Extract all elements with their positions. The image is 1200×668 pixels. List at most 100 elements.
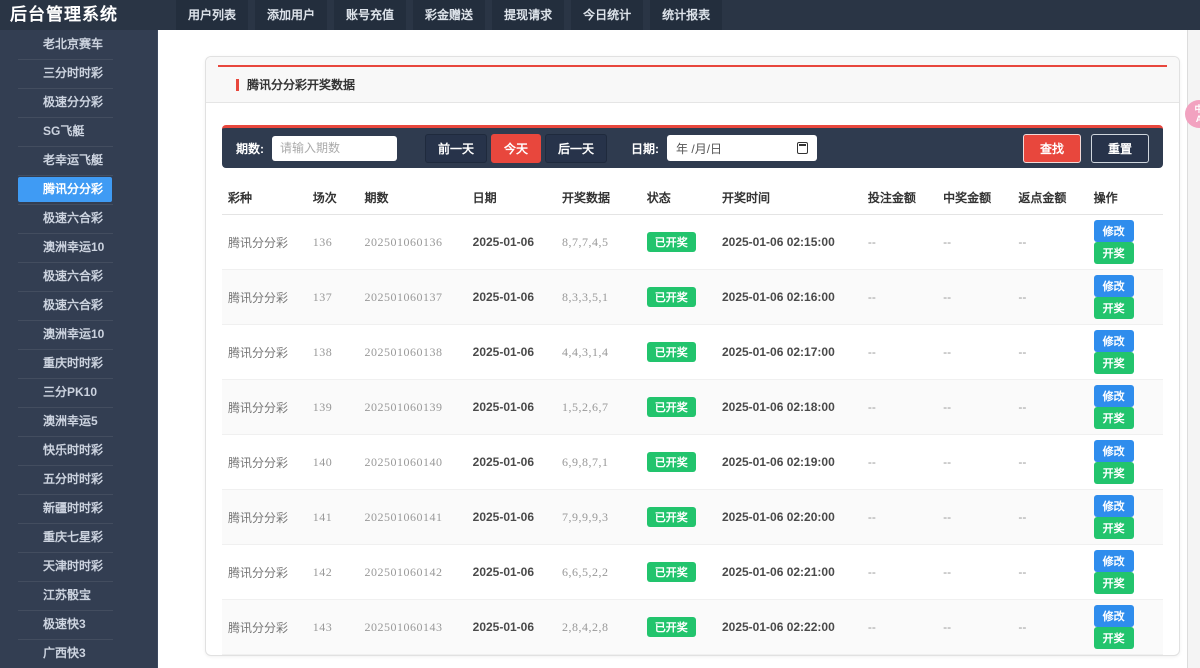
cell-session: 139	[307, 380, 359, 435]
translate-badge-text-bottom: A	[1196, 114, 1200, 124]
topnav-item-今日统计[interactable]: 今日统计	[571, 0, 643, 30]
cell-issue: 202501060144	[358, 655, 466, 656]
edit-button[interactable]: 修改	[1094, 275, 1134, 297]
edit-button[interactable]: 修改	[1094, 495, 1134, 517]
today-button[interactable]: 今天	[491, 134, 541, 163]
date-input[interactable]: 年 /月/日	[667, 135, 817, 161]
draw-button[interactable]: 开奖	[1094, 352, 1134, 374]
cell-win-amount: --	[937, 545, 1012, 600]
sidebar-item-重庆时时彩[interactable]: 重庆时时彩	[0, 349, 157, 378]
topnav-item-账号充值[interactable]: 账号充值	[334, 0, 406, 30]
edit-button[interactable]: 修改	[1094, 605, 1134, 627]
topnav-item-提现请求[interactable]: 提现请求	[492, 0, 564, 30]
cell-issue: 202501060142	[358, 545, 466, 600]
draw-button[interactable]: 开奖	[1094, 572, 1134, 594]
sidebar-item-极速分分彩[interactable]: 极速分分彩	[0, 88, 157, 117]
sidebar-item-快乐时时彩[interactable]: 快乐时时彩	[0, 436, 157, 465]
calendar-icon[interactable]	[797, 142, 808, 154]
topnav-item-用户列表[interactable]: 用户列表	[176, 0, 248, 30]
table-row: 腾讯分分彩1422025010601422025-01-066,6,5,2,2已…	[222, 545, 1163, 600]
issue-input[interactable]	[272, 136, 397, 161]
cell-session: 140	[307, 435, 359, 490]
sidebar-item-极速六合彩[interactable]: 极速六合彩	[0, 204, 157, 233]
table-row: 腾讯分分彩1402025010601402025-01-066,9,8,7,1已…	[222, 435, 1163, 490]
sidebar-item-澳洲幸运10[interactable]: 澳洲幸运10	[0, 320, 157, 349]
sidebar-item-广西快3[interactable]: 广西快3	[0, 639, 157, 668]
cell-issue: 202501060139	[358, 380, 466, 435]
sidebar-item-新疆时时彩[interactable]: 新疆时时彩	[0, 494, 157, 523]
draw-button[interactable]: 开奖	[1094, 407, 1134, 429]
sidebar-item-五分时时彩[interactable]: 五分时时彩	[0, 465, 157, 494]
edit-button[interactable]: 修改	[1094, 440, 1134, 462]
top-navbar: 后台管理系统 用户列表添加用户账号充值彩金赠送提现请求今日统计统计报表	[0, 0, 1200, 30]
table-header-row: 彩种场次期数日期开奖数据状态开奖时间投注金额中奖金额返点金额操作	[222, 181, 1163, 215]
cell-date: 2025-01-06	[467, 655, 556, 656]
content-card: 腾讯分分彩开奖数据 期数: 前一天 今天 后一天 日期: 年 /月/日 查找	[205, 56, 1180, 656]
cell-bet-amount: --	[862, 325, 937, 380]
sidebar-item-澳洲幸运10[interactable]: 澳洲幸运10	[0, 233, 157, 262]
cell-status: 已开奖	[641, 545, 716, 600]
edit-button[interactable]: 修改	[1094, 220, 1134, 242]
sidebar-item-天津时时彩[interactable]: 天津时时彩	[0, 552, 157, 581]
main-area: 腾讯分分彩开奖数据 期数: 前一天 今天 后一天 日期: 年 /月/日 查找	[158, 30, 1200, 668]
column-header-日期: 日期	[467, 181, 556, 215]
card-body: 期数: 前一天 今天 后一天 日期: 年 /月/日 查找 重置	[206, 103, 1179, 655]
sidebar-item-老幸运飞艇[interactable]: 老幸运飞艇	[0, 146, 157, 175]
cell-draw-numbers: 7,9,9,9,3	[556, 490, 641, 545]
cell-issue: 202501060143	[358, 600, 466, 655]
cell-rebate-amount: --	[1012, 490, 1087, 545]
cell-status: 已开奖	[641, 215, 716, 270]
cell-lottery: 腾讯分分彩	[222, 270, 307, 325]
translate-badge-text-top: 中	[1194, 104, 1200, 114]
cell-draw-numbers: 4,4,3,1,4	[556, 325, 641, 380]
page-title: 腾讯分分彩开奖数据	[247, 76, 355, 93]
cell-actions: 修改开奖	[1088, 380, 1163, 435]
column-header-开奖时间: 开奖时间	[716, 181, 862, 215]
cell-draw-time: 2025-01-06 02:19:00	[716, 435, 862, 490]
sidebar-item-重庆七星彩[interactable]: 重庆七星彩	[0, 523, 157, 552]
edit-button[interactable]: 修改	[1094, 550, 1134, 572]
sidebar-item-澳洲幸运5[interactable]: 澳洲幸运5	[0, 407, 157, 436]
reset-button[interactable]: 重置	[1091, 134, 1149, 163]
sidebar-item-江苏骰宝[interactable]: 江苏骰宝	[0, 581, 157, 610]
cell-draw-time: 2025-01-06 02:22:00	[716, 600, 862, 655]
cell-session: 136	[307, 215, 359, 270]
topnav-item-添加用户[interactable]: 添加用户	[255, 0, 327, 30]
sidebar-item-三分PK10[interactable]: 三分PK10	[0, 378, 157, 407]
table-row: 腾讯分分彩1382025010601382025-01-064,4,3,1,4已…	[222, 325, 1163, 380]
cell-date: 2025-01-06	[467, 435, 556, 490]
sidebar-item-腾讯分分彩[interactable]: 腾讯分分彩	[0, 175, 157, 204]
draw-button[interactable]: 开奖	[1094, 627, 1134, 649]
edit-button[interactable]: 修改	[1094, 330, 1134, 352]
cell-lottery: 腾讯分分彩	[222, 600, 307, 655]
sidebar-item-三分时时彩[interactable]: 三分时时彩	[0, 59, 157, 88]
cell-date: 2025-01-06	[467, 490, 556, 545]
column-header-投注金额: 投注金额	[862, 181, 937, 215]
topnav-item-彩金赠送[interactable]: 彩金赠送	[413, 0, 485, 30]
cell-date: 2025-01-06	[467, 600, 556, 655]
sidebar-item-极速快3[interactable]: 极速快3	[0, 610, 157, 639]
draw-button[interactable]: 开奖	[1094, 462, 1134, 484]
next-day-button[interactable]: 后一天	[545, 134, 607, 163]
table-row: 腾讯分分彩1412025010601412025-01-067,9,9,9,3已…	[222, 490, 1163, 545]
cell-issue: 202501060136	[358, 215, 466, 270]
draw-data-table: 彩种场次期数日期开奖数据状态开奖时间投注金额中奖金额返点金额操作 腾讯分分彩13…	[222, 181, 1163, 655]
sidebar-item-极速六合彩[interactable]: 极速六合彩	[0, 262, 157, 291]
cell-draw-numbers: 6,9,8,7,1	[556, 435, 641, 490]
search-button[interactable]: 查找	[1023, 134, 1081, 163]
status-badge: 已开奖	[647, 397, 696, 417]
topnav-item-统计报表[interactable]: 统计报表	[650, 0, 722, 30]
sidebar-item-极速六合彩[interactable]: 极速六合彩	[0, 291, 157, 320]
draw-button[interactable]: 开奖	[1094, 242, 1134, 264]
draw-button[interactable]: 开奖	[1094, 297, 1134, 319]
cell-session: 142	[307, 545, 359, 600]
sidebar-item-老北京赛车[interactable]: 老北京赛车	[0, 30, 157, 59]
cell-draw-numbers: 6,6,5,2,2	[556, 545, 641, 600]
column-header-开奖数据: 开奖数据	[556, 181, 641, 215]
topnav-menu: 用户列表添加用户账号充值彩金赠送提现请求今日统计统计报表	[176, 0, 722, 30]
edit-button[interactable]: 修改	[1094, 385, 1134, 407]
status-badge: 已开奖	[647, 342, 696, 362]
sidebar-item-SG飞艇[interactable]: SG飞艇	[0, 117, 157, 146]
draw-button[interactable]: 开奖	[1094, 517, 1134, 539]
prev-day-button[interactable]: 前一天	[425, 134, 487, 163]
